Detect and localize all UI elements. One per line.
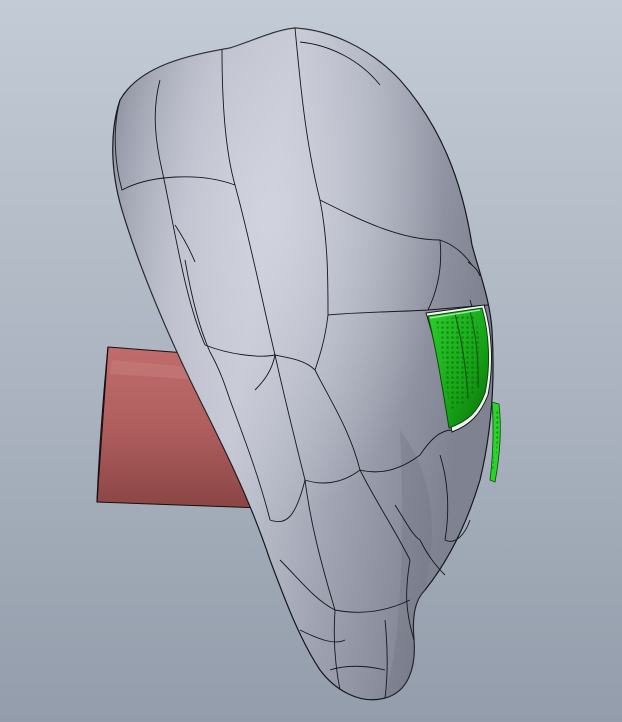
model-view-svg[interactable] — [0, 0, 622, 722]
cad-3d-viewport[interactable] — [0, 0, 622, 722]
